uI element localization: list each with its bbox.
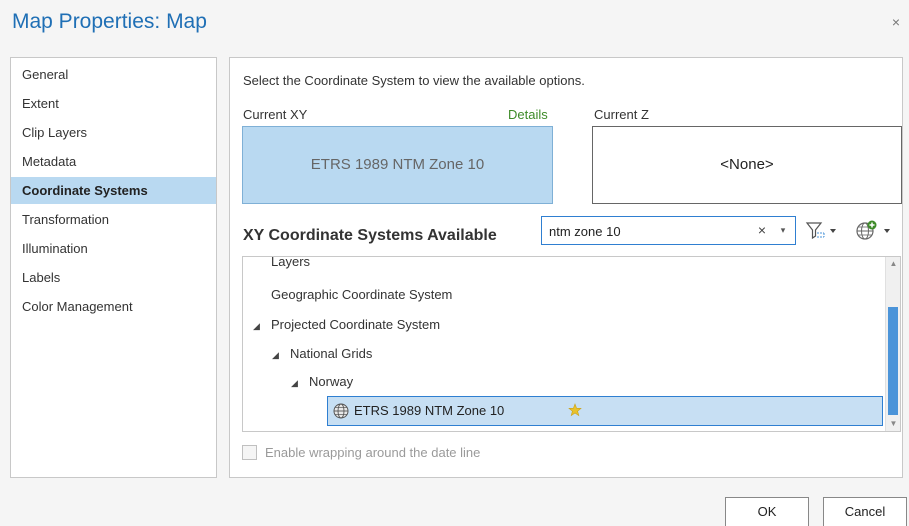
tree-row-geographic[interactable]: Geographic Coordinate System <box>271 283 452 307</box>
nav-item-color-management[interactable]: Color Management <box>11 293 216 320</box>
current-z-value: <None> <box>720 156 774 173</box>
nav-item-labels[interactable]: Labels <box>11 264 216 291</box>
globe-icon <box>333 403 349 419</box>
expand-triangle-icon[interactable]: ◢ <box>253 314 271 338</box>
current-xy-label: Current XY <box>243 107 308 122</box>
nav-item-metadata[interactable]: Metadata <box>11 148 216 175</box>
nav-item-extent[interactable]: Extent <box>11 90 216 117</box>
nav-item-general[interactable]: General <box>11 61 216 88</box>
selected-system-label: ETRS 1989 NTM Zone 10 <box>354 403 505 418</box>
dialog-title: Map Properties: Map <box>12 10 207 33</box>
add-coordinate-system-button[interactable] <box>855 220 895 242</box>
properties-nav: General Extent Clip Layers Metadata Coor… <box>10 57 217 478</box>
nav-item-transformation[interactable]: Transformation <box>11 206 216 233</box>
tree-row-projected[interactable]: ◢ Projected Coordinate System <box>253 313 440 337</box>
tree-row-label: Layers <box>271 256 311 269</box>
search-dropdown-icon[interactable]: ▾ <box>776 221 790 239</box>
current-xy-value: ETRS 1989 NTM Zone 10 <box>310 156 485 173</box>
close-icon[interactable]: × <box>888 14 904 30</box>
search-input[interactable] <box>549 222 744 240</box>
available-systems-heading: XY Coordinate Systems Available <box>243 227 497 244</box>
scroll-down-icon[interactable]: ▼ <box>888 419 899 429</box>
nav-item-clip-layers[interactable]: Clip Layers <box>11 119 216 146</box>
globe-add-icon <box>856 220 890 240</box>
scroll-up-icon[interactable]: ▲ <box>888 259 899 269</box>
coordinate-systems-tree[interactable]: Layers Geographic Coordinate System ◢ Pro… <box>242 256 901 432</box>
search-box: × ▾ <box>541 216 796 245</box>
star-icon[interactable] <box>568 403 582 417</box>
details-link[interactable]: Details <box>508 107 548 122</box>
filter-button[interactable] <box>805 220 839 242</box>
tree-row-layers[interactable]: Layers <box>271 256 311 274</box>
tree-row-label: Norway <box>309 374 354 389</box>
instruction-text: Select the Coordinate System to view the… <box>243 73 585 88</box>
nav-item-coordinate-systems[interactable]: Coordinate Systems <box>11 177 216 204</box>
expand-triangle-icon[interactable]: ◢ <box>272 343 290 367</box>
tree-row-selected[interactable]: ETRS 1989 NTM Zone 10 <box>327 396 883 426</box>
tree-scrollbar[interactable]: ▲ ▼ <box>885 257 900 431</box>
current-xy-box[interactable]: ETRS 1989 NTM Zone 10 <box>242 126 553 204</box>
wrap-dateline-checkbox[interactable] <box>242 445 257 460</box>
ok-button[interactable]: OK <box>725 497 809 526</box>
filter-icon <box>805 222 836 240</box>
tree-row-label: Geographic Coordinate System <box>271 287 453 302</box>
current-z-label: Current Z <box>594 107 649 122</box>
tree-row-label: National Grids <box>290 346 373 361</box>
tree-row-norway[interactable]: ◢ Norway <box>291 370 353 394</box>
tree-row-national-grids[interactable]: ◢ National Grids <box>272 342 372 366</box>
tree-row-label: Projected Coordinate System <box>271 317 441 332</box>
wrap-dateline-label: Enable wrapping around the date line <box>265 445 481 460</box>
scrollbar-thumb[interactable] <box>888 307 898 415</box>
nav-item-illumination[interactable]: Illumination <box>11 235 216 262</box>
cancel-button[interactable]: Cancel <box>823 497 907 526</box>
expand-triangle-icon[interactable]: ◢ <box>291 371 309 395</box>
current-z-box[interactable]: <None> <box>592 126 902 204</box>
clear-search-icon[interactable]: × <box>755 221 769 239</box>
